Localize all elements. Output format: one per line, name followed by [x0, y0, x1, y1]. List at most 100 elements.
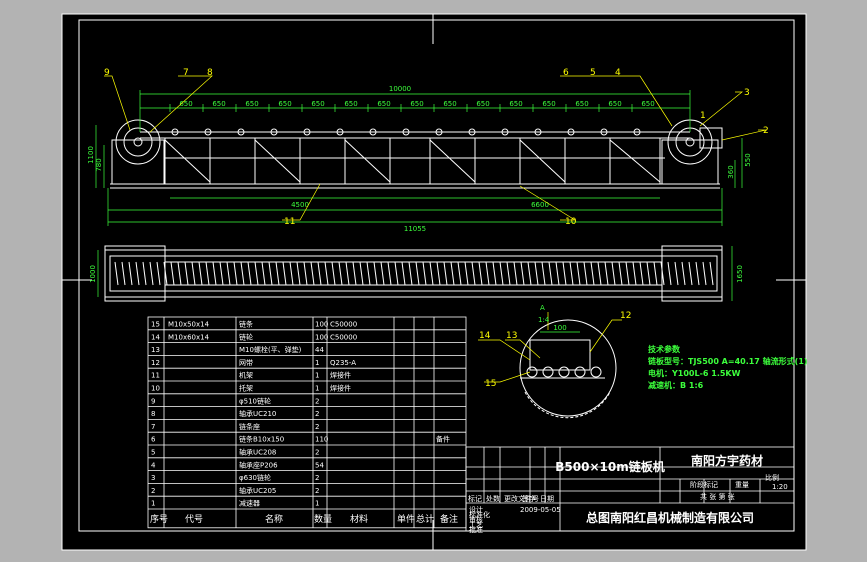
callout-10: 10: [565, 217, 577, 227]
bom-seq: 10: [151, 385, 160, 393]
bom-name: 托架: [239, 384, 253, 393]
bom-seq: 14: [151, 333, 160, 341]
bom-seq: 11: [151, 372, 160, 380]
dim-overall-length: 10000: [389, 85, 411, 93]
bom-qty: 2: [315, 449, 319, 457]
callout-3: 3: [744, 88, 750, 98]
bom-material: 焊接件: [330, 384, 351, 393]
bom-name: 链条: [239, 320, 253, 329]
bom-qty: 1: [315, 385, 319, 393]
callout-7: 7: [183, 68, 189, 78]
bom-name: φ630链轮: [239, 473, 271, 482]
bom-qty: 100: [315, 321, 328, 329]
dim-span-label: 650: [608, 100, 621, 108]
bom-material: Q235-A: [330, 359, 356, 367]
bom-seq: 13: [151, 346, 160, 354]
bom-material: C50000: [330, 321, 357, 329]
detail-dim-100: 100: [553, 324, 566, 332]
bom-name: 网带: [239, 359, 253, 367]
bom-qty: 2: [315, 487, 319, 495]
bom-seq: 9: [151, 397, 155, 405]
sheet-label: 共 张 第 张: [700, 492, 735, 501]
bom-name: 轴承座P206: [239, 460, 278, 469]
title-block-label: 批准: [469, 525, 483, 534]
bom-qty: 2: [315, 423, 319, 431]
bom-qty: 2: [315, 410, 319, 418]
stage-label: 阶段标记: [690, 480, 718, 489]
bom-seq: 6: [151, 436, 156, 444]
dim-span-label: 650: [377, 100, 390, 108]
bom-name: 轴承UC205: [239, 486, 276, 495]
company-name: 总图南阳红昌机械制造有限公司: [586, 510, 754, 525]
bom-qty: 54: [315, 461, 324, 469]
detail-label-scale: 1:4: [538, 316, 550, 324]
dim-span-label: 650: [641, 100, 654, 108]
title-block-label: 标记: [468, 494, 482, 503]
dim-span-label: 650: [245, 100, 258, 108]
bom-qty: 1: [315, 359, 319, 367]
bom-qty: 44: [315, 346, 324, 354]
bom-code: M10x50x14: [168, 321, 210, 329]
title-date: 2009-05-05: [520, 506, 561, 514]
detail-callout-12: 12: [620, 311, 631, 321]
dim-plan-width: 1000: [89, 265, 97, 283]
callout-6: 6: [563, 68, 569, 78]
title-block-label: 处数: [486, 494, 500, 503]
dim-span-label: 650: [311, 100, 324, 108]
bom-name: M10螺栓(平、弹垫): [239, 345, 302, 354]
dim-span-label: 650: [476, 100, 489, 108]
title-block-label: 日期: [540, 495, 554, 503]
bom-qty: 1: [315, 372, 319, 380]
bom-qty: 110: [315, 436, 328, 444]
detail-callout-14: 14: [479, 331, 491, 341]
bom-seq: 4: [151, 461, 156, 469]
dim-span-label: 650: [212, 100, 225, 108]
dim-left-height: 1100: [87, 146, 95, 164]
dim-span-label: 650: [278, 100, 291, 108]
dim-left-inner: 780: [95, 158, 103, 171]
detail-callout-13: 13: [506, 331, 517, 341]
callout-9: 9: [104, 68, 110, 78]
cad-drawing-sheet: 10000 650 650 650 650 650 650 650 650 650 650 650 6…: [61, 13, 808, 551]
detail-label-a: A: [540, 304, 545, 312]
bom-qty: 100: [315, 333, 328, 341]
bom-seq: 1: [151, 500, 155, 508]
callout-5: 5: [590, 68, 596, 78]
dim-span-label: 650: [575, 100, 588, 108]
bom-seq: 5: [151, 449, 155, 457]
tech-spec-line-3: 减速机：B 1:6: [648, 380, 704, 390]
bom-seq: 12: [151, 359, 160, 367]
bom-name: 链条座: [239, 422, 260, 431]
dim-span-label: 650: [509, 100, 522, 108]
dim-span-label: 650: [542, 100, 555, 108]
bom-code: M10x60x14: [168, 333, 210, 341]
bom-header-unit_weight: 单件: [397, 513, 415, 525]
tech-spec-heading: 技术参数: [648, 344, 681, 354]
bom-seq: 15: [151, 321, 160, 329]
bom-material: C50000: [330, 333, 357, 341]
dim-span-a: 4500: [291, 201, 309, 209]
bom-note: 备件: [436, 435, 450, 444]
callout-2: 2: [763, 126, 769, 136]
bom-qty: 2: [315, 397, 319, 405]
bom-name: 链轮: [239, 332, 253, 341]
bom-header-seq: 序号: [150, 513, 168, 525]
bom-seq: 8: [151, 410, 155, 418]
tech-spec-line-2: 电机：Y100L-6 1.5KW: [648, 368, 741, 378]
callout-1: 1: [700, 111, 706, 121]
bom-seq: 3: [151, 474, 155, 482]
bom-header-qty: 数量: [314, 513, 332, 525]
dim-right-height: 550: [744, 153, 752, 166]
bom-name: 轴承UC210: [239, 409, 276, 418]
bom-header-note: 备注: [440, 513, 458, 525]
bom-name: 轴承UC208: [239, 448, 276, 457]
bom-seq: 2: [151, 487, 155, 495]
bom-name: φ510链轮: [239, 396, 271, 405]
drawing-title: B500×10m链板机: [555, 459, 664, 474]
callout-11: 11: [284, 217, 295, 227]
dim-total-length: 11055: [404, 225, 426, 233]
span-dimension-labels: 650 650 650 650 650 650 650 650 650 650 650 650 650 6…: [179, 100, 654, 108]
bom-material: 焊接件: [330, 371, 351, 380]
dim-plan-side: 1650: [736, 265, 744, 283]
dim-span-label: 650: [443, 100, 456, 108]
